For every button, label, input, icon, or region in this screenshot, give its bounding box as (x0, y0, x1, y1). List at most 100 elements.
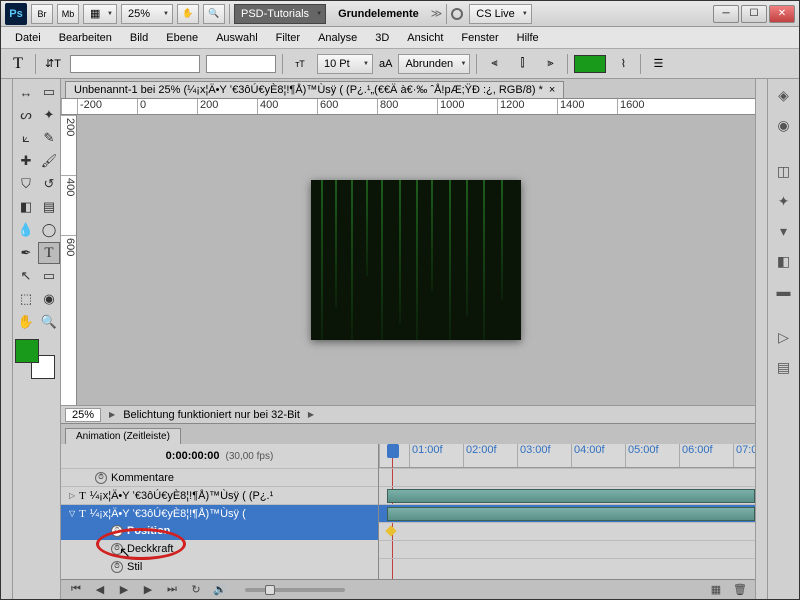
collapse-strip[interactable] (1, 79, 13, 599)
animation-tab[interactable]: Animation (Zeitleiste) (65, 428, 181, 444)
deckkraft-track[interactable] (379, 540, 755, 558)
3d-tool[interactable]: ⬚ (15, 288, 37, 310)
char-panel-icon[interactable]: ☰ (647, 53, 669, 75)
adjust-icon[interactable]: ◫ (772, 159, 796, 183)
menu-hilfe[interactable]: Hilfe (509, 29, 547, 47)
stopwatch-icon[interactable]: ⏱ (95, 472, 107, 484)
layers-icon[interactable]: ◈ (772, 83, 796, 107)
arrange-dd[interactable]: ▦ (83, 4, 117, 24)
menu-fenster[interactable]: Fenster (453, 29, 506, 47)
fg-color-swatch[interactable] (15, 339, 39, 363)
move-tool[interactable]: ↔ (15, 81, 37, 103)
aa-mode-dd[interactable]: Abrunden (398, 54, 470, 74)
maximize-btn[interactable]: ☐ (741, 5, 767, 23)
footer-nav-icon2[interactable]: ▶ (308, 410, 314, 419)
position-track[interactable] (379, 522, 755, 540)
align-center-icon[interactable]: ⫿ (511, 53, 533, 75)
crop-tool[interactable]: ⟀ (15, 127, 37, 149)
footer-nav-icon[interactable]: ▶ (109, 410, 115, 419)
eraser-tool[interactable]: ◧ (15, 196, 37, 218)
gradient-tool[interactable]: ▤ (38, 196, 60, 218)
loop-btn[interactable]: ↻ (187, 583, 205, 597)
misc-icon[interactable]: ▬ (772, 279, 796, 303)
comments-track[interactable] (379, 468, 755, 486)
swatches-icon[interactable]: ▾ (772, 219, 796, 243)
color-picker[interactable] (15, 339, 55, 379)
align-right-icon[interactable]: ⫸ (539, 53, 561, 75)
marquee-tool[interactable]: ▭ (38, 81, 60, 103)
stopwatch-icon[interactable]: ⏱ (111, 525, 123, 537)
type-tool[interactable]: T (38, 242, 60, 264)
minimize-btn[interactable]: ─ (713, 5, 739, 23)
more-workspaces[interactable]: ≫ (431, 7, 443, 20)
position-prop-row[interactable]: ⏱ Position (61, 522, 378, 540)
comments-row[interactable]: ⏱ Kommentare (61, 468, 378, 486)
play-icon[interactable]: ▷ (772, 325, 796, 349)
brush-tool[interactable]: 🖌 (38, 150, 60, 172)
hand-btn[interactable]: ✋ (177, 4, 199, 24)
zoom-tool[interactable]: 🔍 (38, 311, 60, 333)
menu-auswahl[interactable]: Auswahl (208, 29, 266, 47)
history-tool[interactable]: ↺ (38, 173, 60, 195)
end-btn[interactable]: ⏭ (163, 583, 181, 597)
menu-bild[interactable]: Bild (122, 29, 156, 47)
align-left-icon[interactable]: ⫷ (483, 53, 505, 75)
menu-bearbeiten[interactable]: Bearbeiten (51, 29, 120, 47)
scrollbar-v[interactable] (755, 79, 767, 599)
channels-icon[interactable]: ◉ (772, 113, 796, 137)
menu-filter[interactable]: Filter (268, 29, 308, 47)
menu-ebene[interactable]: Ebene (158, 29, 206, 47)
panel-icon[interactable]: ▤ (772, 355, 796, 379)
dodge-tool[interactable]: ◯ (38, 219, 60, 241)
zoom-dd[interactable]: 25% (121, 4, 173, 24)
pen-tool[interactable]: ✒ (15, 242, 37, 264)
timeline-tracks[interactable]: 01:00f02:00f03:00f04:00f05:00f06:00f07:0… (379, 444, 755, 579)
layer-row-2[interactable]: ▽ T ¼¡x¦Ä•Y ʻ€3ôÚ€yÈ8¦!¶Å)™Ùsÿ ( (61, 504, 378, 522)
layer1-track[interactable] (379, 486, 755, 504)
close-btn[interactable]: ✕ (769, 5, 795, 23)
layer2-track[interactable] (379, 504, 755, 522)
zoom-btn[interactable]: 🔍 (203, 4, 225, 24)
bridge-btn[interactable]: Br (31, 4, 53, 24)
stopwatch-icon[interactable]: ⏱ (111, 561, 123, 573)
eyedrop-tool[interactable]: ✎ (38, 127, 60, 149)
menu-datei[interactable]: Datei (7, 29, 49, 47)
stil-prop-row[interactable]: ⏱ Stil (61, 558, 378, 576)
convert-frames-btn[interactable]: ▦ (707, 583, 725, 597)
path-tool[interactable]: ↖ (15, 265, 37, 287)
menu-3d[interactable]: 3D (367, 29, 397, 47)
play-btn[interactable]: ▶ (115, 583, 133, 597)
shape-tool[interactable]: ▭ (38, 265, 60, 287)
audio-btn[interactable]: 🔊 (211, 583, 229, 597)
styles-icon[interactable]: ✦ (772, 189, 796, 213)
warp-text-icon[interactable]: ⌇ (612, 53, 634, 75)
orientation-icon[interactable]: ⇵T (42, 53, 64, 75)
trash-btn[interactable]: 🗑 (731, 583, 749, 597)
disclosure-icon[interactable]: ▷ (69, 491, 75, 500)
layer-row-1[interactable]: ▷ T ¼¡x¦Ä•Y ʻ€3ôÚ€yÈ8¦!¶Å)™Ùsÿ ( (P¿.¹ (61, 486, 378, 504)
menu-analyse[interactable]: Analyse (310, 29, 365, 47)
lasso-tool[interactable]: ᔕ (15, 104, 37, 126)
zoom-slider[interactable] (245, 588, 345, 592)
3d-cam-tool[interactable]: ◉ (38, 288, 60, 310)
stamp-tool[interactable]: ⛉ (15, 173, 37, 195)
hand-tool[interactable]: ✋ (15, 311, 37, 333)
doc-tab-close[interactable]: × (549, 84, 555, 96)
timecode-display[interactable]: 0:00:00:00 (30,00 fps) (61, 444, 378, 468)
playhead[interactable] (387, 444, 399, 458)
footer-zoom[interactable]: 25% (65, 408, 101, 422)
wand-tool[interactable]: ✦ (38, 104, 60, 126)
color-icon[interactable]: ◧ (772, 249, 796, 273)
stil-track[interactable] (379, 558, 755, 576)
heal-tool[interactable]: ✚ (15, 150, 37, 172)
font-family-input[interactable] (70, 55, 200, 73)
workspace-psd[interactable]: PSD-Tutorials (234, 4, 326, 24)
next-frame-btn[interactable]: ▶ (139, 583, 157, 597)
deckkraft-prop-row[interactable]: ⏱ Deckkraft (61, 540, 378, 558)
font-size-dd[interactable]: 10 Pt (317, 54, 373, 74)
disclosure-icon[interactable]: ▽ (69, 509, 75, 518)
canvas-stage[interactable] (77, 115, 755, 405)
prev-frame-btn[interactable]: ◀ (91, 583, 109, 597)
workspace-grund[interactable]: Grundelemente (330, 6, 427, 22)
text-color-swatch[interactable] (574, 55, 606, 73)
